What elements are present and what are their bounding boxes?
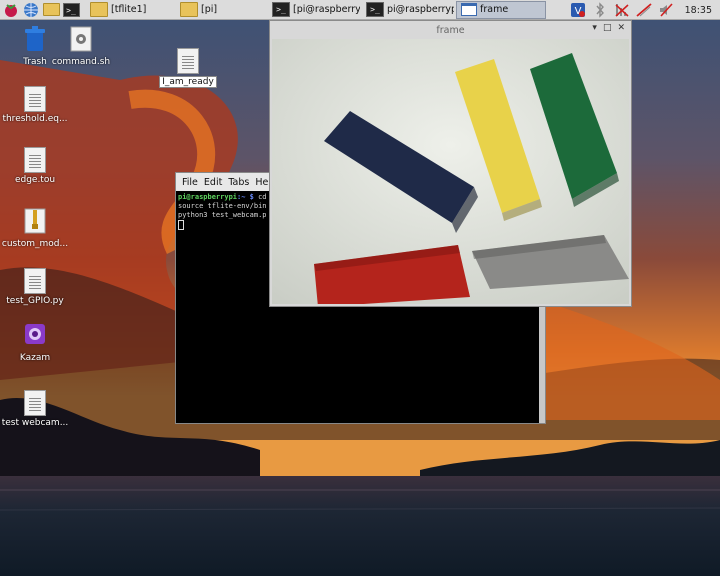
desktop-icon-test-gpio[interactable]: test_GPIO.py: [0, 268, 70, 306]
kazam-icon: [25, 324, 45, 344]
frame-title: frame: [436, 24, 465, 36]
taskbar-window-tflite1[interactable]: [tflite1]: [86, 1, 174, 19]
wifi-off-icon[interactable]: [635, 1, 653, 19]
taskbar-window-pi[interactable]: [pi]: [176, 1, 266, 19]
zip-file-icon: [24, 208, 46, 234]
clock[interactable]: 18:35: [685, 5, 712, 16]
maximize-icon[interactable]: □: [603, 23, 612, 33]
text-file-icon: [24, 147, 46, 173]
desktop-icon-i-am-ready[interactable]: I_am_ready: [153, 48, 223, 88]
taskbar-window-terminal-2[interactable]: >_ pi@raspberrypi: ~: [362, 1, 454, 19]
vnc-icon[interactable]: V: [569, 1, 587, 19]
system-tray: V 18:35: [565, 0, 720, 20]
folder-icon: [90, 2, 108, 17]
volume-muted-icon[interactable]: [657, 1, 675, 19]
menu-edit[interactable]: Edit: [204, 177, 222, 188]
frame-window[interactable]: frame ▾ □ ✕: [269, 20, 632, 307]
desktop-icon-test-webcam[interactable]: test webcam...: [0, 390, 70, 428]
text-file-icon: [24, 86, 46, 112]
text-file-icon: [24, 390, 46, 416]
terminal-icon: >_: [272, 2, 290, 17]
terminal-cursor: [178, 220, 184, 230]
trash-icon: [25, 26, 45, 51]
text-file-icon: [177, 48, 199, 74]
browser-icon[interactable]: [22, 1, 40, 19]
menu-file[interactable]: File: [182, 177, 198, 188]
taskbar-window-frame[interactable]: frame: [456, 0, 546, 19]
desktop-icon-command-sh[interactable]: command.sh: [46, 26, 116, 67]
desktop-icon-threshold[interactable]: threshold.eq...: [0, 86, 70, 124]
webcam-frame-image: [272, 39, 629, 304]
menu-tabs[interactable]: Tabs: [228, 177, 249, 188]
bluetooth-icon[interactable]: [591, 1, 609, 19]
terminal-launcher-icon[interactable]: >_: [62, 1, 80, 19]
taskbar: >_ [tflite1] [pi] >_ [pi@raspberrypi:...…: [0, 0, 720, 20]
network-disconnected-icon[interactable]: [613, 1, 631, 19]
raspberry-menu-icon[interactable]: [2, 1, 20, 19]
desktop-icon-edge[interactable]: edge.tou: [0, 147, 70, 185]
script-icon: [70, 26, 92, 52]
file-manager-icon[interactable]: [42, 1, 60, 19]
folder-icon: [180, 2, 198, 17]
close-icon[interactable]: ✕: [617, 23, 625, 33]
text-file-icon: [24, 268, 46, 294]
desktop-icon-custom-model[interactable]: custom_mod...: [0, 208, 70, 249]
minimize-icon[interactable]: ▾: [592, 23, 597, 33]
terminal-icon: >_: [366, 2, 384, 17]
desktop-icon-kazam[interactable]: Kazam: [0, 322, 70, 363]
frame-titlebar[interactable]: frame ▾ □ ✕: [270, 21, 631, 39]
window-icon: [461, 3, 477, 16]
taskbar-window-terminal-1[interactable]: >_ [pi@raspberrypi:...: [268, 1, 360, 19]
